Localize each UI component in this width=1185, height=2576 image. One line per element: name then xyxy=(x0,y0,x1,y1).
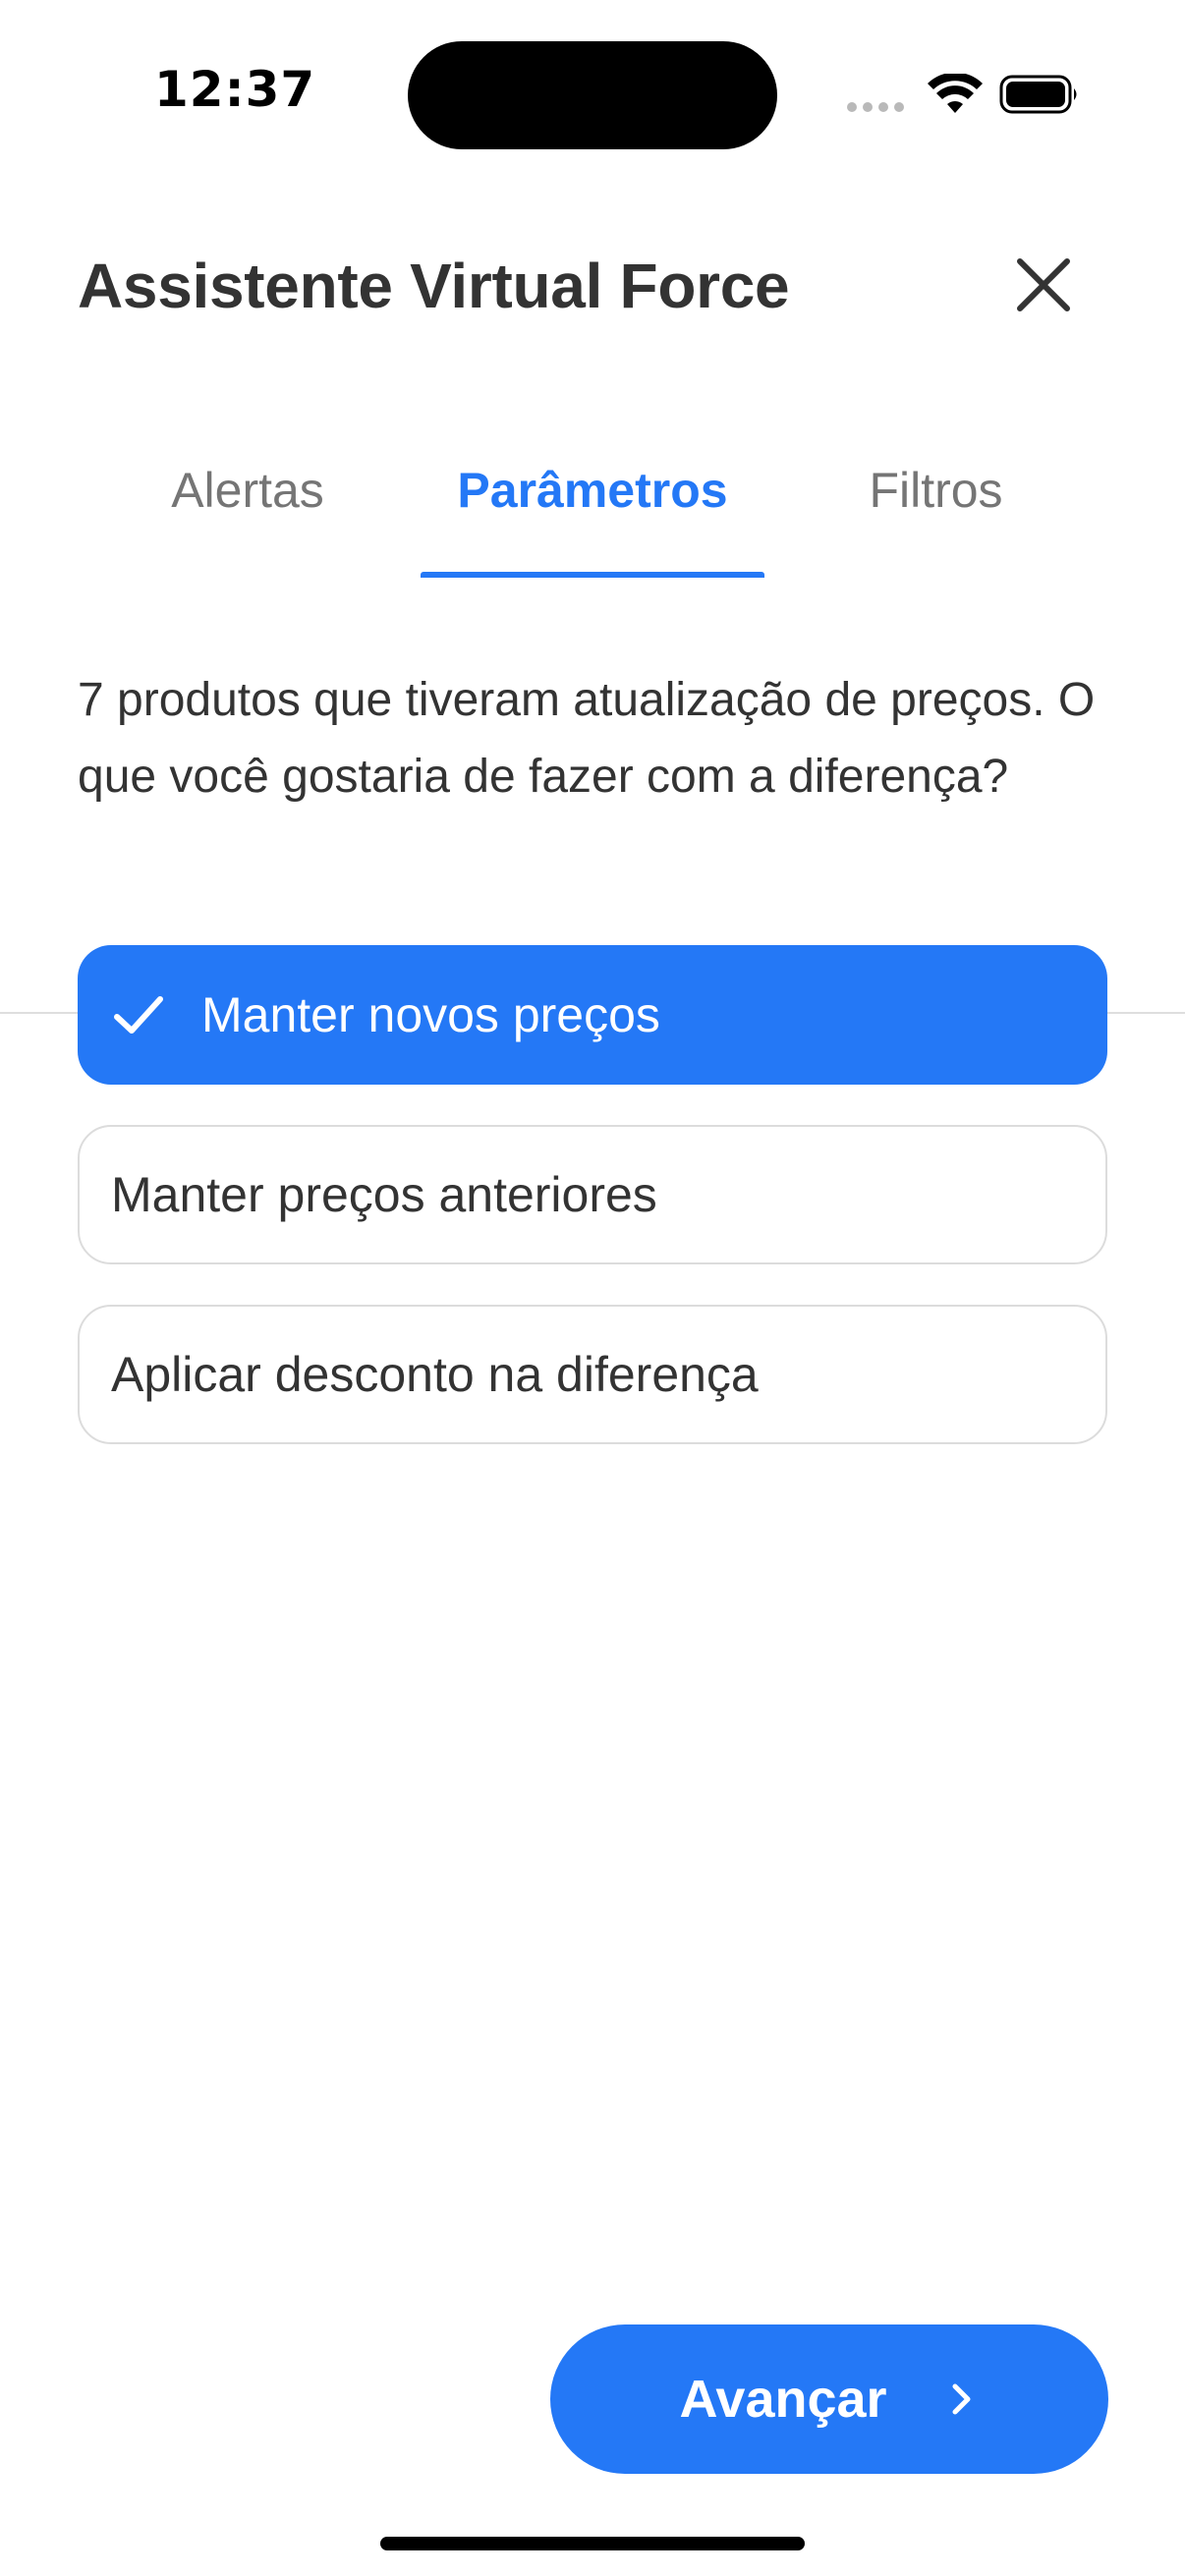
close-icon xyxy=(1017,258,1070,311)
option-label: Manter preços anteriores xyxy=(111,1167,657,1222)
option-keep-new-prices[interactable]: Manter novos preços xyxy=(78,945,1107,1085)
home-indicator xyxy=(380,2537,805,2550)
tab-filtros[interactable]: Filtros xyxy=(835,462,1037,582)
tab-bar: Alertas Parâmetros Filtros xyxy=(0,432,1185,1014)
tab-parametros[interactable]: Parâmetros xyxy=(421,462,764,582)
option-label: Manter novos preços xyxy=(201,987,660,1042)
tab-label: Filtros xyxy=(869,463,1003,518)
next-button[interactable]: Avançar xyxy=(550,2324,1108,2474)
active-tab-indicator xyxy=(421,572,764,578)
tab-label: Parâmetros xyxy=(457,463,728,518)
wifi-icon xyxy=(928,74,983,113)
cellular-signal-icon xyxy=(847,102,904,112)
tab-alertas[interactable]: Alertas xyxy=(130,462,366,582)
chevron-right-icon xyxy=(952,2383,971,2415)
dynamic-island xyxy=(408,41,777,149)
option-apply-discount[interactable]: Aplicar desconto na diferença xyxy=(78,1305,1107,1444)
page-title: Assistente Virtual Force xyxy=(78,251,790,321)
battery-icon xyxy=(999,75,1077,114)
next-button-label: Avançar xyxy=(679,2370,887,2429)
option-keep-previous-prices[interactable]: Manter preços anteriores xyxy=(78,1125,1107,1264)
tab-label: Alertas xyxy=(171,463,324,518)
option-label: Aplicar desconto na diferença xyxy=(111,1347,759,1402)
status-time: 12:37 xyxy=(154,61,316,118)
checkmark-icon xyxy=(114,996,163,1034)
close-button[interactable] xyxy=(1006,248,1081,322)
question-text: 7 produtos que tiveram atualização de pr… xyxy=(78,674,1096,803)
